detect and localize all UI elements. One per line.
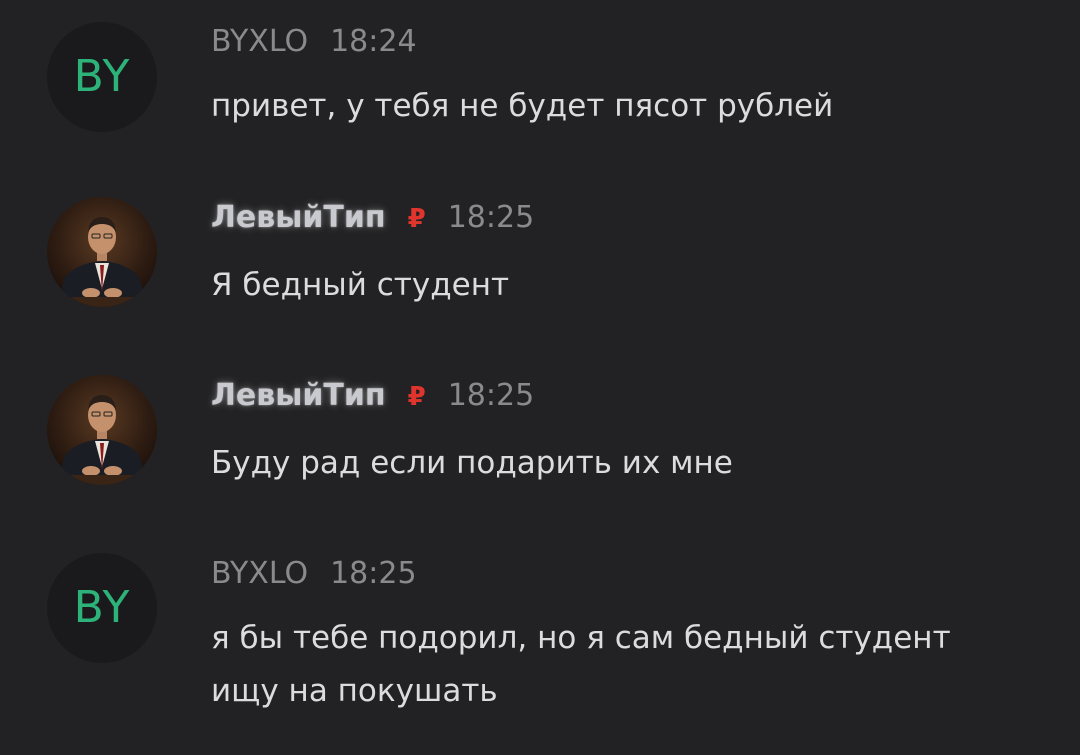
user-avatar[interactable]: BY <box>47 553 157 663</box>
message-text: привет, у тебя не будет пясот рублей <box>211 80 833 133</box>
author-name[interactable]: ЛевыйТип <box>211 378 386 413</box>
message-text: Буду рад если подарить их мне <box>211 437 733 490</box>
timestamp: 18:25 <box>447 200 535 235</box>
avatar-initials: BY <box>73 582 131 633</box>
message-header: ЛевыйТип ₽ 18:25 <box>211 200 534 235</box>
portrait-image <box>47 197 157 307</box>
message-line: Я бедный студент <box>211 267 510 303</box>
message-header: ЛевыйТип ₽ 18:25 <box>211 378 534 413</box>
author-name[interactable]: ЛевыйТип <box>211 200 386 235</box>
message-header: BYXLO 18:25 <box>211 556 417 591</box>
message-line: ищу на покушать <box>211 673 498 709</box>
ruble-badge-icon: ₽ <box>407 382 426 412</box>
message-line: привет, у тебя не будет пясот рублей <box>211 88 834 124</box>
author-name[interactable]: BYXLO <box>211 556 308 591</box>
avatar-initials: BY <box>73 51 131 102</box>
timestamp: 18:25 <box>330 556 417 591</box>
message-line: Буду рад если подарить их мне <box>211 445 733 481</box>
portrait-image <box>47 375 157 485</box>
message-text: я бы тебе подорил, но я сам бедный студе… <box>211 612 951 718</box>
user-avatar[interactable] <box>47 375 157 485</box>
timestamp: 18:25 <box>447 378 535 413</box>
user-avatar[interactable]: BY <box>47 22 157 132</box>
timestamp: 18:24 <box>330 24 417 59</box>
author-name[interactable]: BYXLO <box>211 24 308 59</box>
ruble-badge-icon: ₽ <box>407 204 426 234</box>
chat-log: BY BYXLO 18:24 привет, у тебя не будет п… <box>0 0 1080 755</box>
message-header: BYXLO 18:24 <box>211 24 417 59</box>
user-avatar[interactable] <box>47 197 157 307</box>
message-text: Я бедный студент <box>211 259 509 312</box>
message-line: я бы тебе подорил, но я сам бедный студе… <box>211 620 951 656</box>
